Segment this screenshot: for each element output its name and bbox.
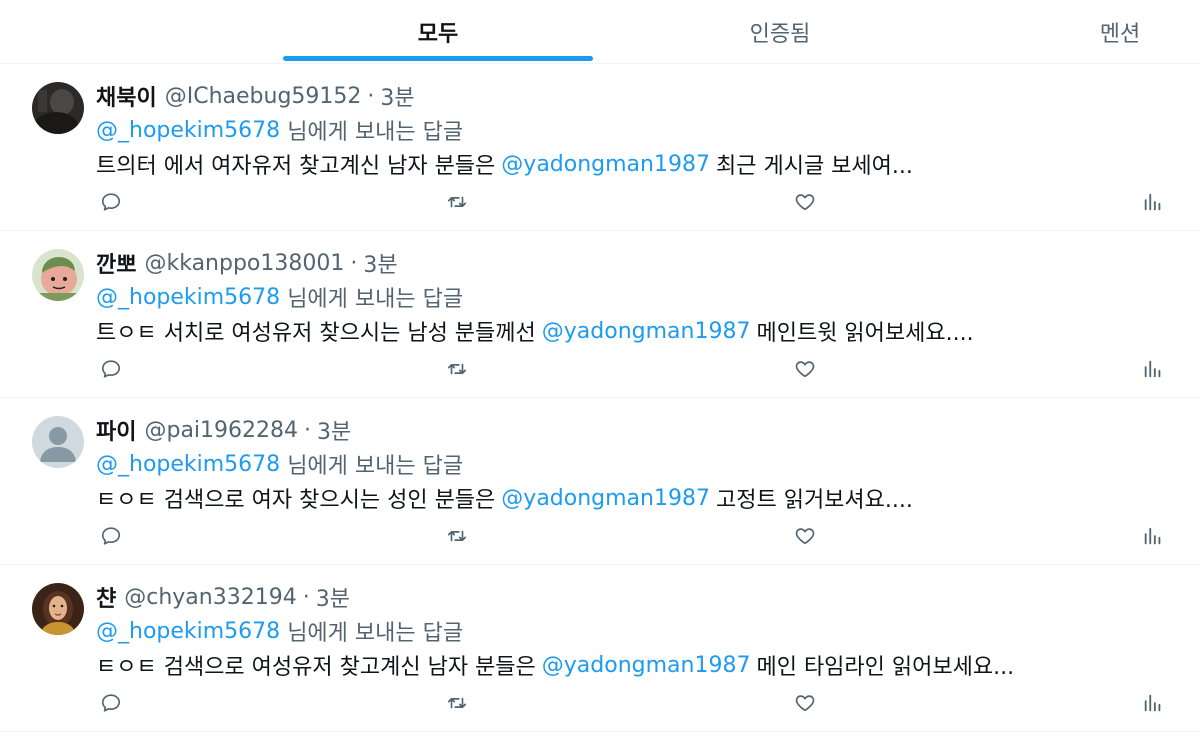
reply-button[interactable] bbox=[97, 522, 125, 550]
tweet-text: 트ㅇㅌ 서치로 여성유저 찾으시는 남성 분들께선 @yadongman1987… bbox=[96, 313, 974, 349]
reply-suffix: 님에게 보내는 답글 bbox=[287, 454, 464, 479]
reply-suffix: 님에게 보내는 답글 bbox=[287, 287, 464, 312]
bar-chart-icon bbox=[1144, 527, 1161, 545]
tweet-header: 파이 @pai1962284 · 3분 bbox=[96, 414, 351, 446]
retweet-button[interactable] bbox=[443, 188, 471, 216]
timestamp[interactable]: 3분 bbox=[363, 247, 397, 279]
tab-all-label: 모두 bbox=[417, 22, 459, 47]
tab-mentions-label: 멘션 bbox=[1099, 22, 1141, 47]
user-handle[interactable]: @IChaebug59152 bbox=[165, 84, 362, 109]
reply-icon bbox=[101, 527, 121, 545]
tweet-text-before: 트ㅇㅌ 서치로 여성유저 찾으시는 남성 분들께선 bbox=[96, 321, 536, 346]
user-handle[interactable]: @kkanppo138001 bbox=[144, 251, 344, 276]
retweet-button[interactable] bbox=[443, 522, 471, 550]
display-name[interactable]: 파이 bbox=[96, 414, 136, 446]
tab-verified-label: 인증됨 bbox=[749, 22, 811, 47]
like-button[interactable] bbox=[791, 355, 819, 383]
views-button[interactable] bbox=[1139, 355, 1167, 383]
like-button[interactable] bbox=[791, 689, 819, 717]
tweet-text-before: 트의터 에서 여자유저 찾고계신 남자 분들은 bbox=[96, 154, 496, 179]
reply-button[interactable] bbox=[97, 689, 125, 717]
retweet-icon bbox=[447, 530, 467, 542]
tab-mentions[interactable]: 멘션 bbox=[1040, 0, 1200, 64]
retweet-button[interactable] bbox=[443, 689, 471, 717]
bar-chart-icon bbox=[1144, 694, 1161, 712]
views-button[interactable] bbox=[1139, 188, 1167, 216]
tweet-mention-link[interactable]: @yadongman1987 bbox=[542, 319, 751, 344]
reply-suffix: 님에게 보내는 답글 bbox=[287, 120, 464, 145]
tweet[interactable]: 채북이 @IChaebug59152 · 3분 @_hopekim5678 님에… bbox=[0, 64, 1200, 231]
tweet[interactable]: 파이 @pai1962284 · 3분 @_hopekim5678 님에게 보내… bbox=[0, 398, 1200, 565]
like-button[interactable] bbox=[791, 522, 819, 550]
views-button[interactable] bbox=[1139, 522, 1167, 550]
active-tab-indicator bbox=[283, 56, 593, 61]
user-handle[interactable]: @pai1962284 bbox=[144, 418, 298, 443]
tweet-text-after: 최근 게시글 보세여... bbox=[715, 154, 913, 179]
reply-suffix: 님에게 보내는 답글 bbox=[287, 621, 464, 646]
tab-all[interactable]: 모두 bbox=[283, 0, 593, 64]
avatar[interactable] bbox=[32, 82, 84, 134]
display-name[interactable]: 깐뽀 bbox=[96, 247, 136, 279]
display-name[interactable]: 채북이 bbox=[96, 80, 157, 112]
reply-icon bbox=[101, 694, 121, 712]
reply-icon bbox=[101, 193, 121, 211]
user-handle[interactable]: @chyan332194 bbox=[124, 585, 296, 610]
reply-button[interactable] bbox=[97, 355, 125, 383]
avatar[interactable] bbox=[32, 249, 84, 301]
reply-context: @_hopekim5678 님에게 보내는 답글 bbox=[96, 114, 463, 146]
retweet-icon bbox=[447, 196, 467, 208]
bar-chart-icon bbox=[1144, 193, 1161, 211]
tweet-text-before: ㅌㅇㅌ 검색으로 여자 찾으시는 성인 분들은 bbox=[96, 488, 496, 513]
retweet-icon bbox=[447, 697, 467, 709]
reply-to-mention[interactable]: @_hopekim5678 bbox=[96, 619, 280, 644]
heart-icon bbox=[795, 194, 815, 211]
heart-icon bbox=[795, 361, 815, 378]
tweet-text-after: 고정트 읽거보셔요.... bbox=[715, 488, 913, 513]
display-name[interactable]: 챤 bbox=[96, 581, 116, 613]
tweet-mention-link[interactable]: @yadongman1987 bbox=[542, 653, 751, 678]
tweet[interactable]: 깐뽀 @kkanppo138001 · 3분 @_hopekim5678 님에게… bbox=[0, 231, 1200, 398]
heart-icon bbox=[795, 695, 815, 712]
retweet-button[interactable] bbox=[443, 355, 471, 383]
tweet-text-before: ㅌㅇㅌ 검색으로 여성유저 찾고계신 남자 분들은 bbox=[96, 655, 536, 680]
tweet-text: ㅌㅇㅌ 검색으로 여자 찾으시는 성인 분들은 @yadongman1987 고… bbox=[96, 480, 913, 516]
tweet-mention-link[interactable]: @yadongman1987 bbox=[501, 486, 710, 511]
reply-button[interactable] bbox=[97, 188, 125, 216]
separator-dot: · bbox=[350, 250, 358, 276]
tweet-text-after: 메인트윗 읽어보세요.... bbox=[756, 321, 974, 346]
separator-dot: · bbox=[302, 584, 310, 610]
tweet-text: ㅌㅇㅌ 검색으로 여성유저 찾고계신 남자 분들은 @yadongman1987… bbox=[96, 647, 1014, 683]
reply-context: @_hopekim5678 님에게 보내는 답글 bbox=[96, 448, 463, 480]
separator-dot: · bbox=[367, 83, 375, 109]
reply-icon bbox=[101, 360, 121, 378]
timeline-tabs: 모두 인증됨 멘션 bbox=[0, 0, 1200, 64]
avatar[interactable] bbox=[32, 583, 84, 635]
reply-context: @_hopekim5678 님에게 보내는 답글 bbox=[96, 615, 463, 647]
tweet-mention-link[interactable]: @yadongman1987 bbox=[501, 152, 710, 177]
reply-context: @_hopekim5678 님에게 보내는 답글 bbox=[96, 281, 463, 313]
tweet-header: 채북이 @IChaebug59152 · 3분 bbox=[96, 80, 415, 112]
views-button[interactable] bbox=[1139, 689, 1167, 717]
tweet[interactable]: 챤 @chyan332194 · 3분 @_hopekim5678 님에게 보내… bbox=[0, 565, 1200, 732]
like-button[interactable] bbox=[791, 188, 819, 216]
timestamp[interactable]: 3분 bbox=[317, 414, 351, 446]
tweet-header: 깐뽀 @kkanppo138001 · 3분 bbox=[96, 247, 398, 279]
avatar[interactable] bbox=[32, 416, 84, 468]
reply-to-mention[interactable]: @_hopekim5678 bbox=[96, 118, 280, 143]
heart-icon bbox=[795, 528, 815, 545]
separator-dot: · bbox=[304, 417, 312, 443]
tweet-header: 챤 @chyan332194 · 3분 bbox=[96, 581, 350, 613]
reply-to-mention[interactable]: @_hopekim5678 bbox=[96, 285, 280, 310]
tab-verified[interactable]: 인증됨 bbox=[625, 0, 935, 64]
timestamp[interactable]: 3분 bbox=[316, 581, 350, 613]
tweet-text-after: 메인 타임라인 읽어보세요... bbox=[756, 655, 1015, 680]
reply-to-mention[interactable]: @_hopekim5678 bbox=[96, 452, 280, 477]
bar-chart-icon bbox=[1144, 360, 1161, 378]
retweet-icon bbox=[447, 363, 467, 375]
tweet-text: 트의터 에서 여자유저 찾고계신 남자 분들은 @yadongman1987 최… bbox=[96, 146, 913, 182]
timestamp[interactable]: 3분 bbox=[380, 80, 414, 112]
